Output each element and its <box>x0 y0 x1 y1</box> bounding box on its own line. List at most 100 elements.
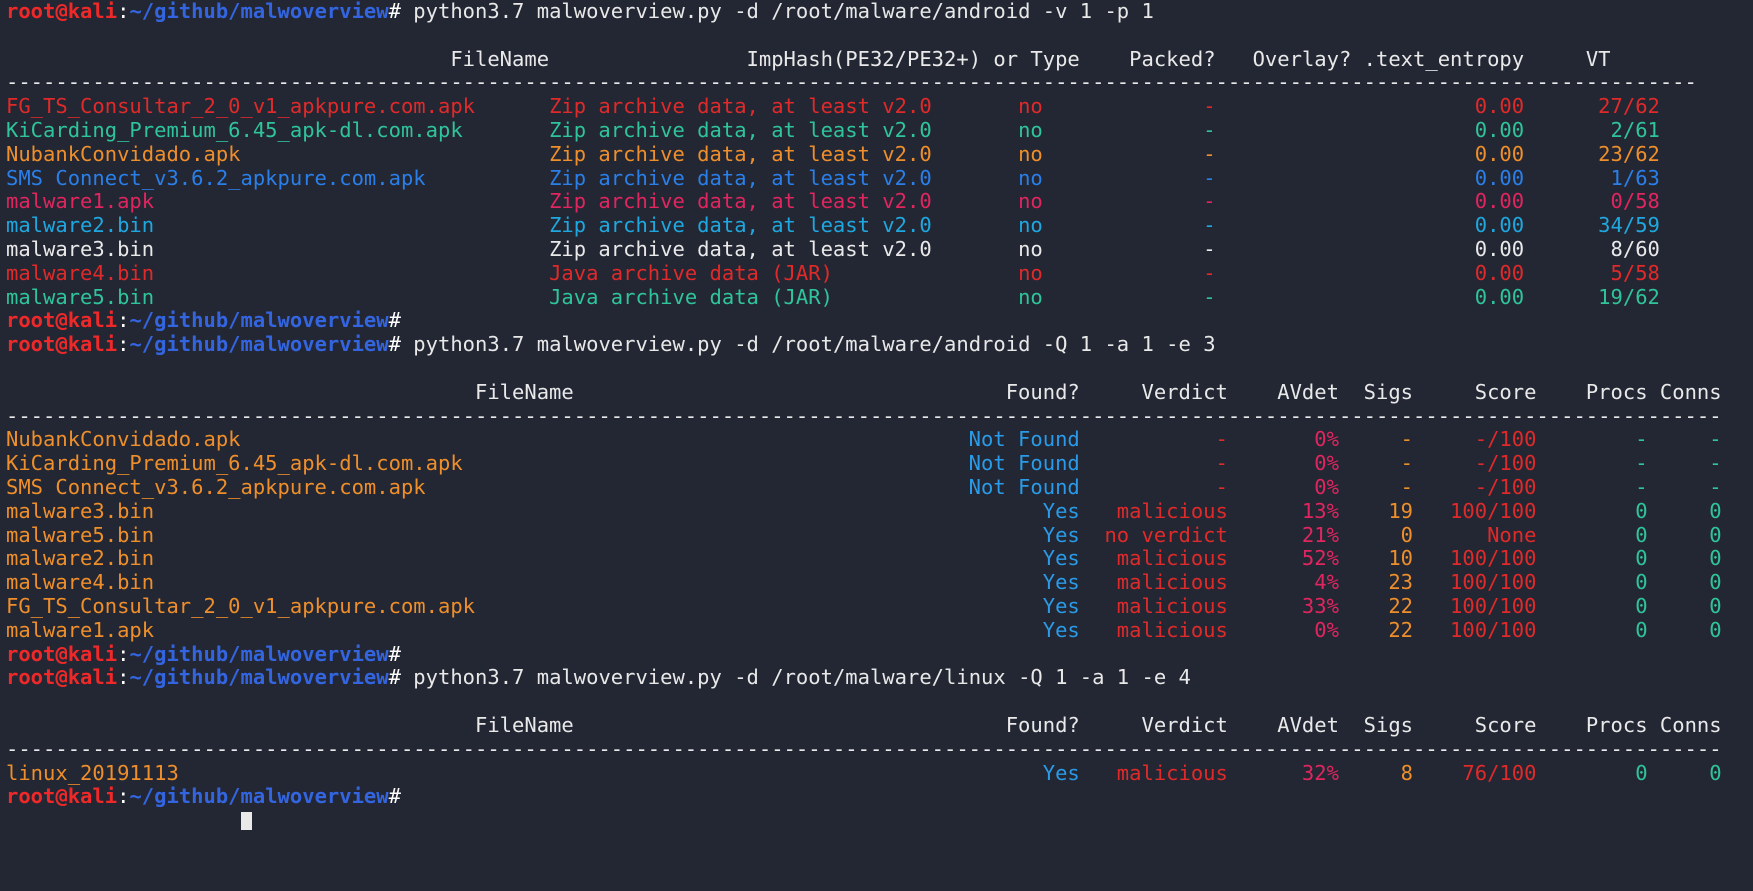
cell-conns: - <box>1647 451 1722 476</box>
table-row: NubankConvidado.apk Not Found - 0% - -/1… <box>0 427 1753 452</box>
cell-filename: malware3.bin <box>6 236 550 261</box>
terminal-prompt-line-active: root@kali:~/github/malwoverview# <box>0 784 1753 809</box>
cell-vt: 23/62 <box>1524 141 1660 166</box>
cell-filename: malware3.bin <box>6 498 574 523</box>
cell-overlay: - <box>1203 94 1426 119</box>
cell-sigs: 23 <box>1338 570 1414 595</box>
cell-filename: malware5.bin <box>6 284 550 309</box>
cell-found: Not Found <box>573 451 1080 476</box>
cell-type: Java archive data (JAR) <box>549 260 1019 285</box>
prompt-user-host: root@kali <box>6 0 118 23</box>
cell-filename: KiCarding_Premium_6.45_apk-dl.com.apk <box>6 451 574 476</box>
cell-vt: 1/63 <box>1524 165 1660 190</box>
cell-packed: no <box>1018 117 1204 142</box>
column-header-entropy: .text_entropy <box>1351 46 1525 71</box>
separator-dashes: ----------------------------------------… <box>6 403 1722 428</box>
table-row: malware2.bin Zip archive data, at least … <box>0 213 1753 238</box>
table3-header-row: FileName Found? Verdict AVdet Sigs Score… <box>0 712 1753 738</box>
table-row: malware3.bin Yes malicious 13% 19 100/10… <box>0 498 1753 524</box>
cell-conns: 0 <box>1647 498 1722 523</box>
cursor-spacer <box>6 808 241 832</box>
cell-vt: 0/58 <box>1524 189 1660 214</box>
table-separator: ----------------------------------------… <box>0 70 1753 95</box>
cell-packed: no <box>1018 213 1204 238</box>
table-separator: ----------------------------------------… <box>0 736 1753 762</box>
cell-conns: 0 <box>1647 760 1722 785</box>
command-text[interactable]: python3.7 malwoverview.py -d /root/malwa… <box>401 332 1215 356</box>
table-row: malware1.apk Yes malicious 0% 22 100/100… <box>0 617 1753 643</box>
cell-procs: - <box>1536 451 1648 476</box>
separator-dashes: ----------------------------------------… <box>6 736 1722 761</box>
cell-entropy: 0.00 <box>1425 94 1525 119</box>
cell-filename: NubankConvidado.apk <box>6 427 574 452</box>
cell-filename: NubankConvidado.apk <box>6 141 550 166</box>
cell-filename: malware4.bin <box>6 570 574 595</box>
cell-packed: no <box>1018 165 1204 190</box>
table-row: malware5.bin Yes no verdict 21% 0 None 0… <box>0 522 1753 548</box>
cell-conns: 0 <box>1647 570 1722 595</box>
cell-sigs: 8 <box>1338 760 1414 785</box>
cell-avdet: 13% <box>1227 498 1339 523</box>
cell-overlay: - <box>1203 260 1426 285</box>
cell-avdet: 0% <box>1227 474 1339 499</box>
prompt-colon: : <box>117 308 130 333</box>
prompt-path: ~/github/malwoverview <box>129 0 389 23</box>
table-row: SMS Connect_v3.6.2_apkpure.com.apk Not F… <box>0 474 1753 500</box>
cell-found: Yes <box>573 570 1080 595</box>
cell-conns: 0 <box>1647 522 1722 547</box>
column-header-avdet: AVdet <box>1227 379 1339 404</box>
cell-packed: no <box>1018 260 1204 285</box>
table-separator: ----------------------------------------… <box>0 403 1753 429</box>
cell-verdict: malicious <box>1079 546 1228 571</box>
cell-score: 100/100 <box>1413 617 1537 642</box>
cell-score: 76/100 <box>1413 760 1537 785</box>
cell-score: -/100 <box>1413 451 1537 476</box>
column-header-filename: FileName <box>6 46 550 71</box>
table-row: malware1.apk Zip archive data, at least … <box>0 189 1753 214</box>
cell-found: Yes <box>573 522 1080 547</box>
command-text[interactable]: python3.7 malwoverview.py -d /root/malwa… <box>401 0 1154 23</box>
cell-overlay: - <box>1203 117 1426 142</box>
column-header-imphash: ImpHash(PE32/PE32+) or Type <box>549 46 1080 71</box>
cell-sigs: 10 <box>1338 546 1414 571</box>
cell-type: Zip archive data, at least v2.0 <box>549 141 1019 166</box>
cell-vt: 34/59 <box>1524 213 1660 238</box>
table-row: malware2.bin Yes malicious 52% 10 100/10… <box>0 546 1753 571</box>
cell-sigs: 22 <box>1338 617 1414 642</box>
cell-filename: malware2.bin <box>6 546 574 571</box>
column-header-sigs: Sigs <box>1338 712 1414 737</box>
cell-sigs: - <box>1338 474 1414 499</box>
cell-verdict: no verdict <box>1079 522 1228 547</box>
table-row: FG_TS_Consultar_2_0_v1_apkpure.com.apk Y… <box>0 593 1753 619</box>
cell-overlay: - <box>1203 189 1426 214</box>
column-header-avdet: AVdet <box>1227 712 1339 737</box>
column-header-sigs: Sigs <box>1338 379 1414 404</box>
prompt-hash: # <box>388 665 401 690</box>
prompt-colon: : <box>117 784 130 809</box>
cell-conns: 0 <box>1647 593 1722 618</box>
cell-verdict: malicious <box>1079 617 1228 642</box>
cell-filename: malware2.bin <box>6 213 550 238</box>
column-header-verdict: Verdict <box>1079 379 1228 404</box>
cell-overlay: - <box>1203 284 1426 309</box>
cell-found: Yes <box>573 546 1080 571</box>
cell-filename: KiCarding_Premium_6.45_apk-dl.com.apk <box>6 117 550 142</box>
cell-avdet: 0% <box>1227 451 1339 476</box>
terminal-window[interactable]: root@kali:~/github/malwoverview# python3… <box>0 0 1753 891</box>
prompt-user-host: root@kali <box>6 308 118 333</box>
cell-procs: 0 <box>1536 522 1648 547</box>
cell-packed: no <box>1018 189 1204 214</box>
cell-score: 100/100 <box>1413 498 1537 523</box>
command-text[interactable]: python3.7 malwoverview.py -d /root/malwa… <box>401 665 1191 689</box>
column-header-filename: FileName <box>6 712 574 737</box>
cell-filename: linux_20191113 <box>6 760 574 785</box>
column-header-procs: Procs <box>1536 712 1648 737</box>
cell-entropy: 0.00 <box>1425 189 1525 214</box>
cell-verdict: malicious <box>1079 593 1228 618</box>
cell-filename: malware5.bin <box>6 522 574 547</box>
table-row: malware5.bin Java archive data (JAR) no … <box>0 284 1753 310</box>
prompt-colon: : <box>117 641 130 666</box>
cell-filename: malware1.apk <box>6 189 550 214</box>
cell-procs: 0 <box>1536 760 1648 785</box>
terminal-prompt-line: root@kali:~/github/malwoverview# python3… <box>0 665 1753 690</box>
